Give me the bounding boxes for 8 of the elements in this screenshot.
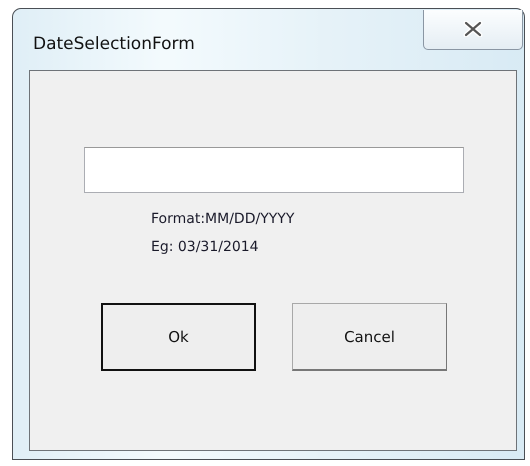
- ok-button[interactable]: Ok: [101, 303, 256, 371]
- format-hint: Format:MM/DD/YYYY: [151, 210, 296, 229]
- cancel-button[interactable]: Cancel: [292, 303, 447, 371]
- close-button[interactable]: [423, 10, 523, 50]
- close-icon: [463, 20, 483, 36]
- format-hint: Eg: 03/31/2014: [151, 238, 260, 257]
- date-input-field[interactable]: [84, 147, 464, 193]
- window-title: DateSelectionForm: [33, 34, 195, 54]
